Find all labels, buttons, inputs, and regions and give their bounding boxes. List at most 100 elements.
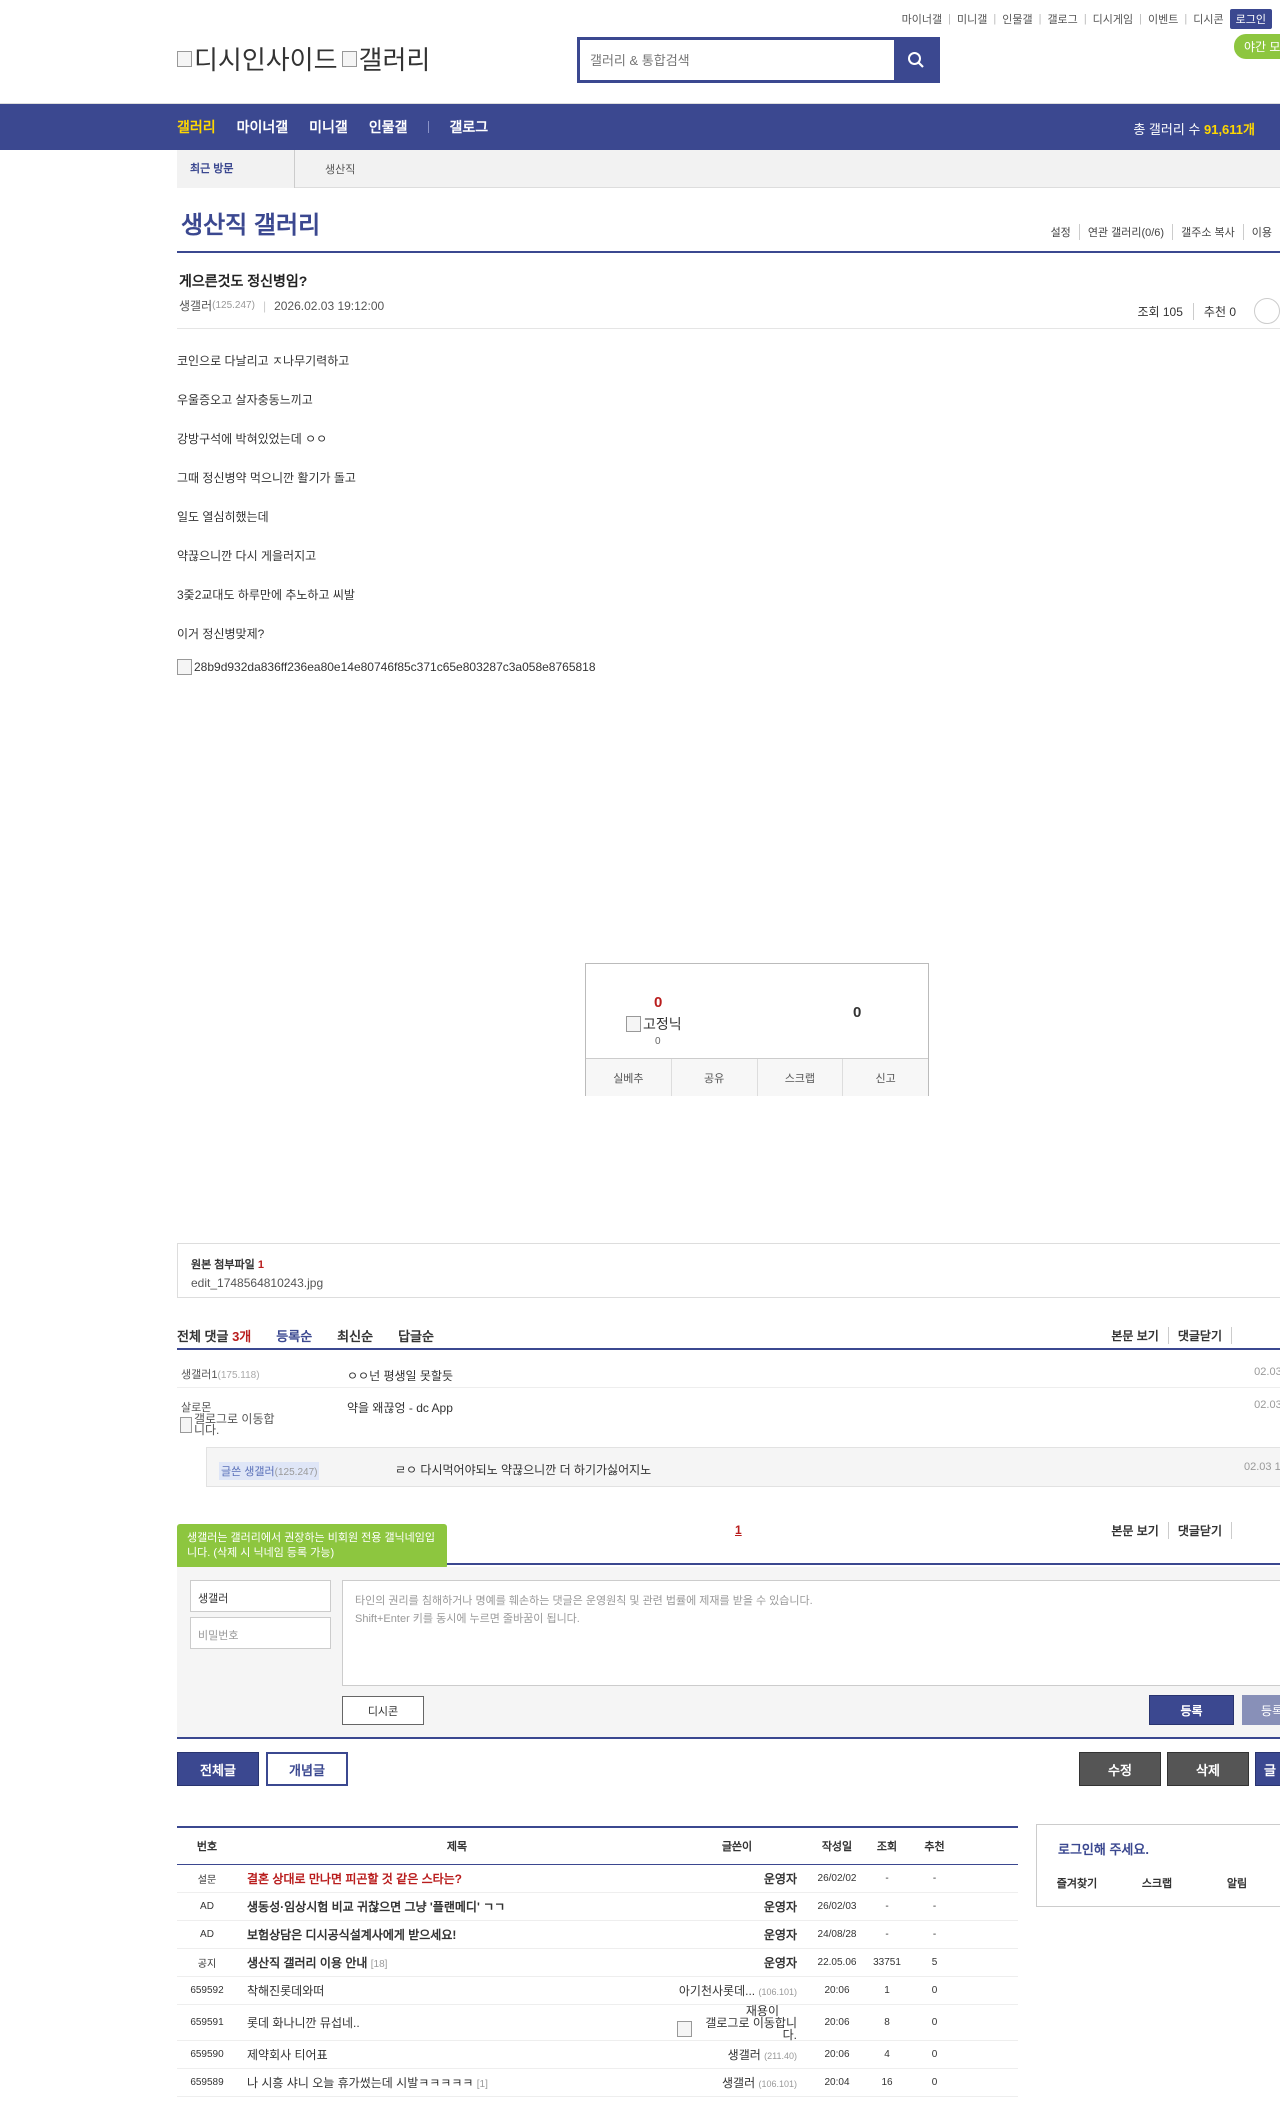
top-link-mini[interactable]: 미니갤 [957, 11, 987, 27]
write-divider [447, 1563, 1280, 1565]
writer-ip: (211.40) [764, 2051, 797, 2061]
post-row[interactable]: 659589 나 시흥 샤니 오늘 휴가썼는데 시발ㅋㅋㅋㅋㅋ [1] 생갤러 (1… [177, 2069, 1018, 2097]
top-link-dccon[interactable]: 디시콘 [1193, 11, 1223, 27]
gallog-link-image[interactable]: 갤로그로 이동합니다. [677, 2017, 797, 2041]
login-prompt[interactable]: 로그인해 주세요. [1058, 1839, 1149, 1858]
post-row[interactable]: 공지 생산직 갤러리 이용 안내 [18] 운영자 22.05.06 33751 5 [177, 1949, 1018, 1977]
post-row[interactable]: AD 보험상담은 디시공식설계사에게 받으세요! 운영자 24/08/28 - - [177, 1921, 1018, 1949]
gallery-settings[interactable]: 설정 [1043, 224, 1079, 240]
post-views: - [885, 1929, 889, 1940]
post-options-button[interactable] [1254, 298, 1280, 324]
sort-registered[interactable]: 등록순 [276, 1326, 312, 1345]
dccon-label: 디시콘 [367, 1705, 399, 1718]
post-row[interactable]: AD 생동성·임상시험 비교 귀찮으면 그냥 '플랜메디' ㄱㄱ 운영자 26/02/… [177, 1893, 1018, 1921]
post-title-link[interactable]: 생산직 갤러리 이용 안내 [247, 1956, 367, 1970]
nav-gallog[interactable]: 갤로그 [449, 117, 488, 137]
close-comments-link[interactable]: 댓글닫기 [1167, 1327, 1231, 1344]
top-link-person[interactable]: 인물갤 [1002, 11, 1032, 27]
nickname-input[interactable]: 생갤러 [190, 1580, 331, 1612]
nav-mini[interactable]: 미니갤 [309, 117, 348, 137]
attachment-file[interactable]: edit_1748564810243.jpg [191, 1276, 1280, 1290]
related-galleries[interactable]: 연관 갤러리(0/6) [1078, 224, 1172, 240]
reply-author-tag[interactable]: 글쓴 생갤러(125.247) [219, 1462, 320, 1480]
sort-replies[interactable]: 답글순 [398, 1326, 434, 1345]
search-input[interactable] [580, 40, 894, 80]
close-comments-link[interactable]: 댓글닫기 [1167, 1522, 1231, 1539]
scrap-button[interactable]: 스크랩 [756, 1059, 843, 1096]
password-input[interactable]: 비밀번호 [190, 1617, 331, 1649]
sort-latest[interactable]: 최신순 [337, 1326, 373, 1345]
post-row[interactable]: 659592 착해진롯데와떠 아기천사롯데... (106.101) 20:06 1 0 [177, 1977, 1018, 2005]
post-row[interactable]: 설문 결혼 상대로 만나면 피곤할 것 같은 스타는? 운영자 26/02/02 - - [177, 1865, 1018, 1893]
night-mode-toggle[interactable]: 야간 모 [1234, 34, 1280, 59]
post-row[interactable]: 659590 제약회사 티어표 생갤러 (211.40) 20:06 4 0 [177, 2041, 1018, 2069]
login-button[interactable]: 로그인 [1229, 9, 1272, 29]
nav-minor[interactable]: 마이너갤 [237, 117, 289, 137]
copy-gallery-url[interactable]: 갤주소 복사 [1172, 224, 1243, 240]
post-writer[interactable]: 아기천사롯데... (106.101) [677, 1982, 807, 1999]
post-title-link[interactable]: 나 시흥 샤니 오늘 휴가썼는데 시발ㅋㅋㅋㅋㅋ [247, 2076, 473, 2090]
post-title-link[interactable]: 결혼 상대로 만나면 피곤할 것 같은 스타는? [247, 1872, 462, 1886]
view-body-link[interactable]: 본문 보기 [1102, 1522, 1168, 1539]
post-writer[interactable]: 운영자 [677, 1926, 807, 1943]
top-link-minor[interactable]: 마이너갤 [902, 11, 942, 27]
post-title-link[interactable]: 롯데 화나니깐 뮤섭네.. [247, 2016, 360, 2030]
downvote-count[interactable]: 0 [853, 1004, 861, 1021]
comment-page-1[interactable]: 1 [735, 1523, 742, 1537]
report-button[interactable]: 신고 [842, 1059, 928, 1096]
gallery-usage[interactable]: 이용 [1242, 224, 1280, 240]
search-box [577, 37, 940, 83]
site-logo[interactable]: 디시인사이드 갤러리 [177, 40, 430, 77]
view-body-link[interactable]: 본문 보기 [1102, 1327, 1168, 1344]
post-writer[interactable]: 생갤러 (106.101) [677, 2074, 807, 2091]
concept-posts-button[interactable]: 개념글 [266, 1752, 348, 1786]
post-writer[interactable]: 운영자 [677, 1954, 807, 1971]
share-button[interactable]: 공유 [670, 1059, 757, 1096]
comment-nick[interactable]: 생갤러1(175.118) [181, 1366, 260, 1382]
post-title-link[interactable]: 착해진롯데와떠 [247, 1984, 324, 1998]
upvote-count[interactable]: 0 [654, 994, 662, 1011]
comment-textarea[interactable]: 타인의 권리를 침해하거나 명예를 훼손하는 댓글은 운영원칙 및 관련 법률에… [342, 1580, 1280, 1686]
comment-count[interactable]: [1] [477, 2079, 488, 2090]
delete-post-button[interactable]: 삭제 [1167, 1752, 1249, 1786]
scrap-tab[interactable]: 스크랩 [1117, 1875, 1197, 1891]
submit-comment-button[interactable]: 등록 [1149, 1695, 1234, 1725]
gallery-divider [177, 251, 1280, 253]
gallog-link-image[interactable]: 갤로그로 이동합니다. [180, 1413, 275, 1436]
all-posts-button[interactable]: 전체글 [177, 1752, 259, 1786]
comment-count[interactable]: [18] [371, 1959, 388, 1970]
post-title-link[interactable]: 보험상담은 디시공식설계사에게 받으세요! [247, 1928, 456, 1942]
post-title-link[interactable]: 생동성·임상시험 비교 귀찮으면 그냥 '플랜메디' ㄱㄱ [247, 1900, 505, 1914]
favorites-tab[interactable]: 즐겨찾기 [1037, 1875, 1117, 1891]
post-author[interactable]: 생갤러 [179, 297, 212, 314]
dccon-button[interactable]: 디시콘 [342, 1696, 424, 1725]
post-line: 우울증오고 살자충동느끼고 [177, 393, 313, 407]
writer-name: 운영자 [763, 1928, 797, 1942]
post-writer[interactable]: 운영자 [677, 1870, 807, 1887]
submit-comment-button-alt[interactable]: 등록 [1242, 1695, 1280, 1725]
post-date: 20:06 [824, 1985, 850, 1996]
post-row[interactable]: 659591 롯데 화나니깐 뮤섭네.. 재용이 갤로그로 이동합니다. 20:06 8 0 [177, 2005, 1018, 2041]
notification-tab[interactable]: 알림 [1197, 1875, 1277, 1891]
recent-visits-label[interactable]: 최근 방문 [177, 149, 295, 188]
top-link-event[interactable]: 이벤트 [1148, 11, 1178, 27]
nav-person[interactable]: 인물갤 [369, 117, 408, 137]
post-line: 일도 열심히했는데 [177, 510, 269, 524]
gallery-title[interactable]: 생산직 갤러리 [181, 205, 320, 240]
nav-divider [428, 121, 430, 133]
search-button[interactable] [894, 40, 937, 80]
nav-gallery[interactable]: 갤러리 [177, 117, 216, 137]
recent-visit-item[interactable]: 생산직 [295, 161, 355, 177]
post-recommend: - [932, 1929, 937, 1940]
post-title-link[interactable]: 제약회사 티어표 [247, 2048, 328, 2062]
top-link-game[interactable]: 디시게임 [1093, 11, 1133, 27]
write-post-button[interactable]: 글 [1255, 1752, 1280, 1786]
best-recommend-button[interactable]: 실베추 [586, 1059, 671, 1096]
top-link-gallog[interactable]: 갤로그 [1047, 11, 1077, 27]
post-writer[interactable]: 재용이 갤로그로 이동합니다. [677, 2005, 807, 2041]
post-image[interactable]: 28b9d932da836ff236ea80e14e80746f85c371c6… [177, 659, 596, 675]
post-number: 659592 [190, 1985, 224, 1996]
edit-post-button[interactable]: 수정 [1079, 1752, 1161, 1786]
post-writer[interactable]: 생갤러 (211.40) [677, 2046, 807, 2063]
post-writer[interactable]: 운영자 [677, 1898, 807, 1915]
